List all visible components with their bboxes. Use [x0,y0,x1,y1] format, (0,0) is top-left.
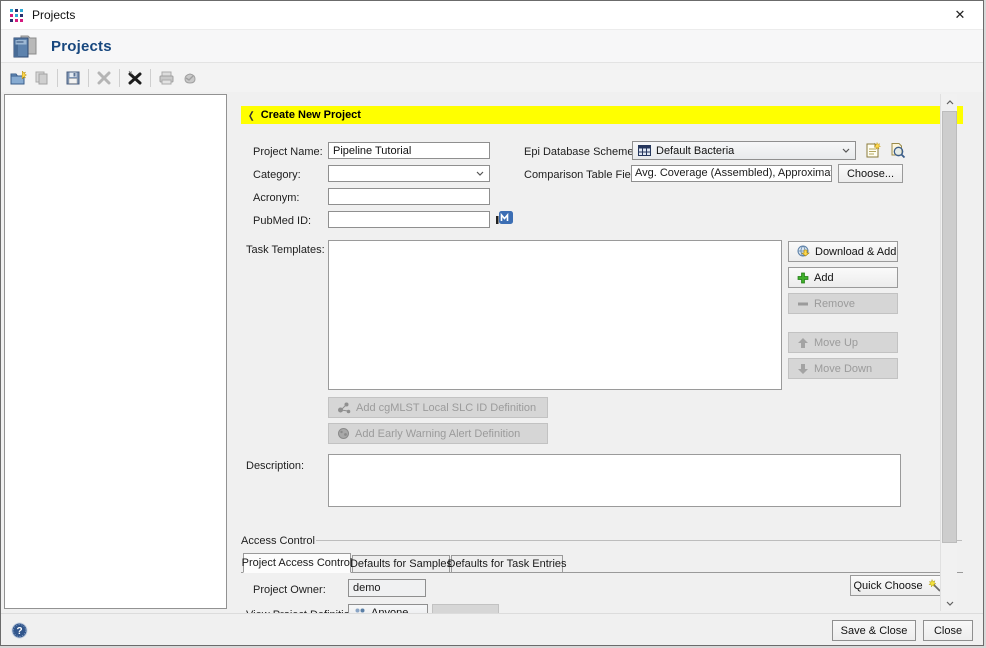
tab-defaults-for-samples[interactable]: Defaults for Samples [352,555,450,573]
save-icon[interactable] [61,66,85,90]
save-and-close-button[interactable]: Save & Close [832,620,916,641]
scrollbar-thumb[interactable] [942,111,957,543]
epi-scheme-label: Epi Database Scheme: [524,146,637,158]
category-select[interactable] [328,165,490,182]
move-up-button: Move Up [788,332,898,353]
arrow-down-icon [797,363,809,375]
task-templates-list[interactable] [328,240,782,390]
acronym-label: Acronym: [253,192,299,204]
page-title: Projects [51,38,112,55]
move-down-button: Move Down [788,358,898,379]
scroll-up-icon[interactable] [941,94,958,110]
view-definition-label: View Project Definition: [246,609,359,613]
add-button[interactable]: Add [788,267,898,288]
add-alert-definition-button: Add Early Warning Alert Definition [328,423,548,444]
footer-bar: ? Save & Close Close [1,613,983,646]
vertical-scrollbar[interactable] [940,94,957,611]
toolbar-separator [150,69,151,87]
access-control-tabs: Project Access Control Defaults for Samp… [241,553,963,573]
projects-window: Projects ✕ Projects [0,0,984,646]
chevron-down-icon [842,148,850,153]
category-label: Category: [253,169,301,181]
remove-x-icon[interactable] [123,66,147,90]
comparison-fields-value: Avg. Coverage (Assembled), Approximated … [631,165,832,182]
project-owner-field: demo [348,579,426,597]
projects-book-icon [11,33,39,59]
pubmed-id-label: PubMed ID: [253,215,311,227]
plus-icon [797,272,809,284]
toolbar [1,63,983,92]
help-icon[interactable]: ? [11,622,28,639]
chevron-down-icon [476,171,484,176]
tab-project-access-control[interactable]: Project Access Control [243,553,351,573]
choose-fields-button[interactable]: Choose... [838,164,903,183]
arrow-up-icon [797,337,809,349]
minus-icon [797,298,809,310]
people-icon [354,608,366,613]
access-control-group-label: Access Control [241,535,315,547]
task-templates-label: Task Templates: [246,244,325,256]
acronym-input[interactable] [328,188,490,205]
project-tree-panel[interactable] [4,94,227,609]
window-title: Projects [32,8,75,22]
alert-globe-icon [337,427,350,440]
scroll-down-icon[interactable] [941,595,958,611]
app-dots-icon [10,8,24,22]
banner-title: Create New Project [261,109,361,121]
epi-scheme-select[interactable]: Default Bacteria [632,141,856,160]
new-project-icon[interactable] [6,66,30,90]
export-icon [178,66,202,90]
create-new-project-banner: ❮ Create New Project [241,106,963,124]
copy-icon [30,66,54,90]
project-name-label: Project Name: [253,146,323,158]
toolbar-separator [57,69,58,87]
delete-icon [92,66,116,90]
remove-button: Remove [788,293,898,314]
collapse-arrow-icon[interactable]: ❮ [248,110,255,121]
scheme-table-icon [638,145,651,156]
epi-scheme-value: Default Bacteria [656,145,734,157]
download-add-button[interactable]: Download & Add [788,241,898,262]
svg-text:?: ? [16,626,22,637]
description-label: Description: [246,460,304,472]
create-project-form: ❮ Create New Project Project Name: Categ… [232,92,963,613]
toolbar-separator [88,69,89,87]
project-name-input[interactable] [328,142,490,159]
close-button[interactable]: Close [923,620,973,641]
page-header: Projects [1,29,983,63]
group-divider [316,540,962,541]
description-textarea[interactable] [328,454,901,507]
view-scheme-icon[interactable] [889,142,906,159]
print-icon [154,66,178,90]
comparison-fields-label: Comparison Table Fields: [524,169,648,181]
download-globe-icon [797,245,810,258]
tab-defaults-for-task-entries[interactable]: Defaults for Task Entries [451,555,563,573]
toolbar-separator [119,69,120,87]
add-cgmlst-definition-button: Add cgMLST Local SLC ID Definition [328,397,548,418]
pubmed-id-input[interactable] [328,211,490,228]
window-close-button[interactable]: ✕ [937,1,983,29]
view-definition-select[interactable]: Anyone [348,604,428,613]
title-bar: Projects ✕ [1,1,983,29]
content-area: ❮ Create New Project Project Name: Categ… [1,92,983,613]
cluster-icon [337,402,351,414]
new-scheme-icon[interactable] [865,142,882,159]
project-owner-label: Project Owner: [253,584,326,596]
pubmed-icon[interactable] [495,210,514,225]
view-definition-extra-button [432,604,499,613]
